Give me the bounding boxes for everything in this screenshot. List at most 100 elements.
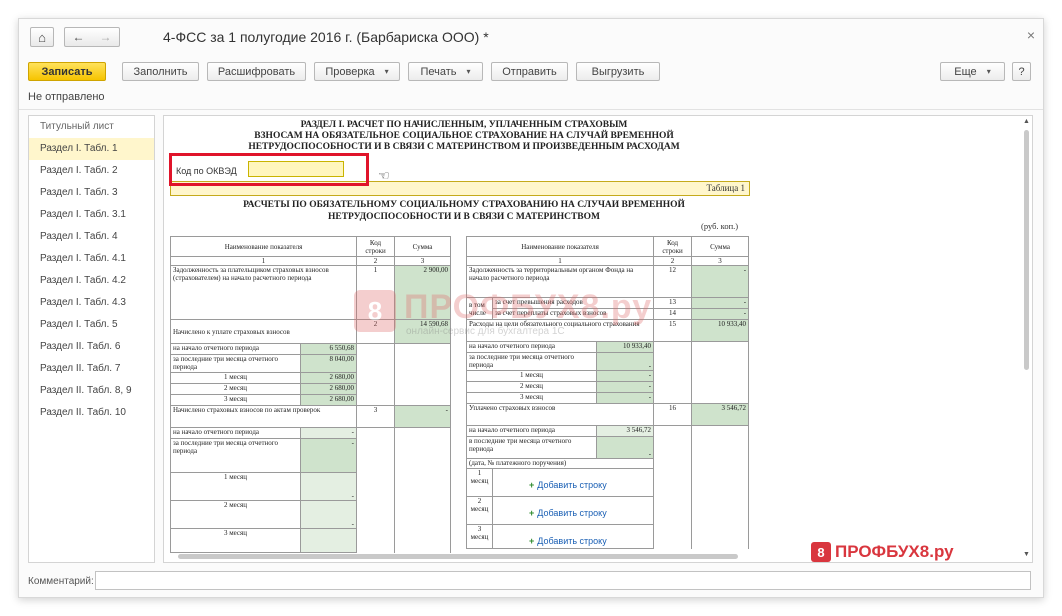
- scroll-thumb[interactable]: [1024, 130, 1029, 370]
- sidebar-item-section-13[interactable]: Раздел II. Табл. 10: [29, 402, 154, 424]
- row-value[interactable]: -: [299, 427, 358, 439]
- row-label: за счет переплаты страховых взносов: [491, 308, 655, 320]
- table-row: Задолженность за плательщиком страховых …: [169, 265, 452, 320]
- row-sum[interactable]: -: [691, 308, 750, 320]
- decode-button[interactable]: Расшифровать: [207, 62, 306, 81]
- add-row-link[interactable]: + Добавить строку: [529, 508, 607, 518]
- home-button[interactable]: ⌂: [30, 27, 54, 47]
- more-button[interactable]: Еще ▾: [940, 62, 1005, 81]
- table-row: 3 месяц -: [466, 392, 750, 404]
- header-num-3: 3: [691, 256, 750, 266]
- row-value[interactable]: -: [595, 436, 655, 459]
- row-sum[interactable]: -: [394, 405, 452, 428]
- row-value[interactable]: -: [299, 500, 358, 529]
- sidebar-item-section-2[interactable]: Раздел I. Табл. 2: [29, 160, 154, 182]
- more-label: Еще: [954, 65, 977, 78]
- row-value[interactable]: -: [595, 352, 655, 371]
- row-value[interactable]: -: [299, 472, 358, 501]
- sidebar-item-section-6[interactable]: Раздел I. Табл. 4.1: [29, 248, 154, 270]
- header-sum: Сумма: [691, 236, 750, 257]
- table-row: Расходы на цели обязательного социальног…: [465, 319, 750, 342]
- sidebar-item-section-1[interactable]: Раздел I. Табл. 1: [29, 138, 154, 160]
- table-row: за последние три месяца отчетного период…: [170, 354, 452, 373]
- sidebar-item-section-5[interactable]: Раздел I. Табл. 4: [29, 226, 154, 248]
- row-value[interactable]: 10 933,40: [595, 341, 655, 353]
- sidebar-item-section-10[interactable]: Раздел II. Табл. 6: [29, 336, 154, 358]
- sidebar-item-section-9[interactable]: Раздел I. Табл. 5: [29, 314, 154, 336]
- sidebar-item-section-12[interactable]: Раздел II. Табл. 8, 9: [29, 380, 154, 402]
- row-value[interactable]: -: [595, 370, 655, 382]
- scroll-thumb[interactable]: [178, 554, 738, 559]
- header-num-3: 3: [394, 256, 452, 266]
- sidebar-item-section-4[interactable]: Раздел I. Табл. 3.1: [29, 204, 154, 226]
- send-status: Не отправлено: [28, 91, 105, 103]
- row-label: 3 месяц: [170, 394, 301, 406]
- add-row-cell: + Добавить строку: [491, 496, 655, 525]
- row-label: за последние три месяца отчетного период…: [466, 352, 597, 371]
- add-row-cell: + Добавить строку: [491, 524, 655, 549]
- unit-label: (руб. коп.): [701, 221, 739, 231]
- okved-input[interactable]: [248, 161, 344, 177]
- row-value[interactable]: 3 546,72: [595, 425, 655, 437]
- row-value[interactable]: -: [595, 381, 655, 393]
- scroll-up-icon[interactable]: ▲: [1023, 118, 1030, 125]
- sidebar-item-section-8[interactable]: Раздел I. Табл. 4.3: [29, 292, 154, 314]
- row-value[interactable]: -: [299, 438, 358, 473]
- forward-arrow-icon[interactable]: →: [100, 30, 112, 44]
- report-form: РАЗДЕЛ I. РАСЧЕТ ПО НАЧИСЛЕННЫМ, УПЛАЧЕН…: [163, 115, 1033, 563]
- help-button[interactable]: ?: [1012, 62, 1031, 81]
- row-sum[interactable]: 14 590,68: [394, 319, 452, 344]
- row-label: (дата, № платежного поручения): [465, 458, 655, 469]
- row-value[interactable]: [299, 528, 358, 553]
- home-icon: ⌂: [38, 29, 46, 45]
- table-row: в последние три месяца отчетного периода…: [466, 436, 750, 459]
- print-button[interactable]: Печать ▾: [408, 62, 483, 81]
- row-value[interactable]: 2 680,00: [299, 383, 358, 395]
- row-sum[interactable]: -: [691, 265, 750, 298]
- row-code: 2: [356, 319, 396, 344]
- sidebar-item-section-11[interactable]: Раздел II. Табл. 7: [29, 358, 154, 380]
- vertical-scrollbar[interactable]: ▲ ▼: [1022, 118, 1031, 558]
- table-title-line-1: РАСЧЕТЫ ПО ОБЯЗАТЕЛЬНОМУ СОЦИАЛЬНОМУ СТР…: [243, 200, 685, 210]
- table-row: в том числе за счет превышения расходов …: [466, 297, 750, 320]
- save-button[interactable]: Записать: [28, 62, 106, 81]
- comment-input[interactable]: [95, 571, 1031, 590]
- row-sum[interactable]: 3 546,72: [691, 403, 750, 426]
- plus-icon: +: [529, 508, 535, 518]
- row-value[interactable]: 2 680,00: [299, 372, 358, 384]
- add-row-link[interactable]: + Добавить строку: [529, 480, 607, 490]
- fill-button[interactable]: Заполнить: [122, 62, 199, 81]
- sidebar-item-section-7[interactable]: Раздел I. Табл. 4.2: [29, 270, 154, 292]
- row-label: в том числе: [466, 297, 493, 320]
- row-label: 3 месяц: [466, 524, 493, 549]
- row-label: на начало отчетного периода: [466, 425, 597, 437]
- row-sum[interactable]: 10 933,40: [691, 319, 750, 342]
- row-sum[interactable]: -: [691, 297, 750, 309]
- close-icon[interactable]: ×: [1027, 27, 1035, 43]
- row-sum[interactable]: 2 900,00: [394, 265, 452, 320]
- row-label: на начало отчетного периода: [466, 341, 597, 353]
- check-button[interactable]: Проверка ▾: [314, 62, 400, 81]
- row-label: 3 месяц: [170, 528, 301, 553]
- table-row: 3 месяц 2 680,00: [170, 394, 452, 406]
- horizontal-scrollbar[interactable]: [166, 553, 1016, 560]
- row-value[interactable]: 6 550,68: [299, 343, 358, 355]
- row-value[interactable]: -: [595, 392, 655, 404]
- row-value[interactable]: 2 680,00: [299, 394, 358, 406]
- sidebar-item-section-3[interactable]: Раздел I. Табл. 3: [29, 182, 154, 204]
- row-code: 3: [356, 405, 396, 428]
- row-value[interactable]: 8 040,00: [299, 354, 358, 373]
- back-arrow-icon[interactable]: ←: [73, 30, 85, 44]
- sidebar-item-title-page[interactable]: Титульный лист: [29, 116, 154, 138]
- row-code: 13: [653, 297, 693, 309]
- table-row: на начало отчетного периода 3 546,72: [466, 425, 750, 437]
- export-button[interactable]: Выгрузить: [576, 62, 660, 81]
- send-button[interactable]: Отправить: [491, 62, 568, 81]
- table-row: за последние три месяца отчетного период…: [466, 352, 750, 371]
- scroll-down-icon[interactable]: ▼: [1023, 551, 1030, 558]
- history-buttons[interactable]: ← →: [64, 27, 120, 47]
- row-label: за последние три месяца отчетного период…: [170, 438, 301, 473]
- table-row: за счет переплаты страховых взносов 14 -: [467, 308, 750, 320]
- row-label: 1 месяц: [466, 370, 597, 382]
- add-row-link[interactable]: + Добавить строку: [529, 536, 607, 546]
